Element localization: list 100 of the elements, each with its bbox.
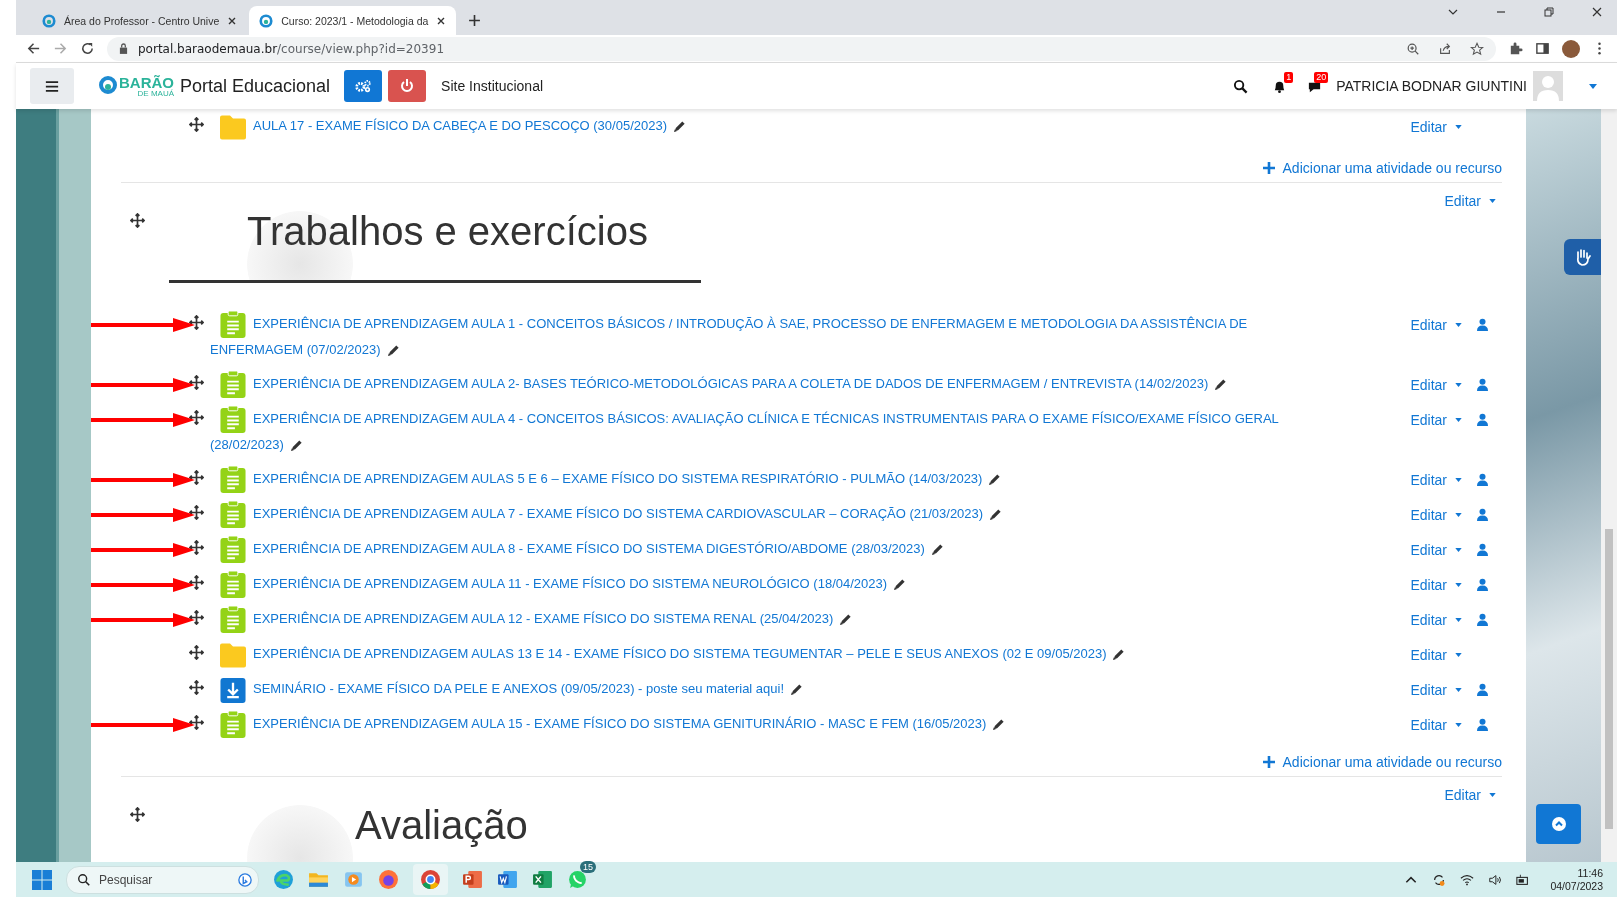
taskbar-search-field[interactable]: Pesquisar (66, 865, 259, 894)
pencil-icon[interactable] (386, 344, 400, 358)
pencil-icon[interactable] (989, 508, 1003, 522)
pencil-icon[interactable] (992, 718, 1006, 732)
scroll-to-top-button[interactable] (1536, 804, 1581, 844)
powerpoint-icon[interactable] (462, 869, 483, 890)
move-icon[interactable] (130, 807, 145, 822)
pencil-icon[interactable] (988, 473, 1002, 487)
pencil-icon[interactable] (893, 578, 907, 592)
pencil-icon[interactable] (289, 439, 303, 453)
user-icon[interactable] (1476, 613, 1488, 626)
activity-link[interactable]: EXPERIÊNCIA DE APRENDIZAGEM AULA 4 - CONCEITOS BÁSICOS: AVALIAÇÃO CLÍNICA E TÉCNICAS INSTRUMENTAIS PARA O EXAME FÍSICO/EXAME FÍSICO GERAL (28/02/2023) (210, 406, 1320, 458)
move-icon[interactable] (189, 117, 204, 132)
move-icon[interactable] (189, 470, 204, 485)
edit-menu[interactable]: Editar (1410, 411, 1462, 428)
edit-menu[interactable]: Editar (1410, 118, 1462, 135)
user-icon[interactable] (1476, 413, 1488, 426)
user-icon[interactable] (1476, 683, 1488, 696)
user-icon[interactable] (1476, 378, 1488, 391)
activity-link[interactable]: EXPERIÊNCIA DE APRENDIZAGEM AULA 11 - EXAME FÍSICO DO SISTEMA NEUROLÓGICO (18/04/2023) (210, 571, 1320, 597)
reload-icon[interactable] (80, 41, 95, 56)
add-activity-link[interactable]: Adicionar uma atividade ou recurso (1262, 160, 1502, 176)
user-icon[interactable] (1476, 543, 1488, 556)
scrollbar-thumb[interactable] (1605, 529, 1613, 829)
user-icon[interactable] (1476, 473, 1488, 486)
close-icon[interactable] (227, 15, 238, 26)
activity-link[interactable]: EXPERIÊNCIA DE APRENDIZAGEM AULA 2- BASES TEÓRICO-METODOLÓGICAS PARA A COLETA DE DADOS DE ENFERMAGEM / ENTREVISTA (14/02/2023) (210, 371, 1320, 397)
activity-link[interactable]: EXPERIÊNCIA DE APRENDIZAGEM AULA 15 - EXAME FÍSICO DO SISTEMA GENITURINÁRIO - MASC E FEM (16/05/2023) (210, 711, 1320, 737)
move-icon[interactable] (189, 645, 204, 660)
caret-icon[interactable] (1589, 83, 1597, 89)
user-icon[interactable] (1476, 318, 1488, 331)
menu-button[interactable] (30, 68, 74, 104)
edit-menu[interactable]: Editar (1410, 376, 1462, 393)
search-icon[interactable] (1233, 78, 1249, 94)
pencil-icon[interactable] (1112, 648, 1126, 662)
close-icon[interactable] (436, 15, 447, 26)
chrome-icon[interactable] (420, 869, 441, 890)
pencil-icon[interactable] (839, 613, 853, 627)
battery-icon[interactable] (1516, 872, 1531, 887)
share-icon[interactable] (1438, 41, 1452, 56)
back-icon[interactable] (26, 41, 41, 56)
close-icon[interactable] (1591, 5, 1603, 18)
windows-start-icon[interactable] (32, 869, 52, 890)
activity-link[interactable]: EXPERIÊNCIA DE APRENDIZAGEM AULAS 5 E 6 – EXAME FÍSICO DO SISTEMA RESPIRATÓRIO - PULMÃO (14/03/2023) (210, 466, 1320, 492)
activity-link[interactable]: AULA 17 - EXAME FÍSICO DA CABEÇA E DO PESCOÇO (30/05/2023) (210, 113, 1320, 139)
edit-menu[interactable]: Editar (1444, 787, 1496, 803)
activity-link[interactable]: EXPERIÊNCIA DE APRENDIZAGEM AULA 1 - CONCEITOS BÁSICOS / INTRODUÇÃO À SAE, PROCESSO DE ENFERMAGEM E METODOLOGIA DA ASSISTÊNCIA DE ENFERMAGEM (07/02/2023) (210, 311, 1320, 363)
activity-link[interactable]: EXPERIÊNCIA DE APRENDIZAGEM AULAS 13 E 14 - EXAME FÍSICO DO SISTEMA TEGUMENTAR – PELE E SEUS ANEXOS (02 E 09/05/2023) (210, 641, 1320, 667)
activity-link[interactable]: SEMINÁRIO - EXAME FÍSICO DA PELE E ANEXOS (09/05/2023) - poste seu material aqui! (210, 676, 1320, 702)
activity-link[interactable]: EXPERIÊNCIA DE APRENDIZAGEM AULA 12 - EXAME FÍSICO DO SISTEMA RENAL (25/04/2023) (210, 606, 1320, 632)
move-icon[interactable] (189, 680, 204, 695)
firefox-icon[interactable] (378, 869, 399, 890)
new-tab-icon[interactable] (468, 14, 482, 27)
address-bar[interactable]: portal.baraodemaua.br/course/view.php?id=20391 (107, 36, 1496, 61)
edit-menu[interactable]: Editar (1410, 681, 1462, 698)
user-icon[interactable] (1476, 508, 1488, 521)
pencil-icon[interactable] (673, 120, 686, 134)
move-icon[interactable] (189, 375, 204, 390)
user-icon[interactable] (1476, 718, 1488, 731)
site-link[interactable]: Site Institucional (441, 78, 544, 94)
add-activity-link[interactable]: Adicionar uma atividade ou recurso (1262, 754, 1502, 770)
user-icon[interactable] (1476, 578, 1488, 591)
accessibility-button[interactable] (1564, 239, 1602, 275)
edit-menu[interactable]: Editar (1444, 193, 1496, 209)
move-icon[interactable] (189, 610, 204, 625)
speaker-icon[interactable] (1488, 872, 1503, 887)
settings-button[interactable] (344, 70, 383, 102)
excel-icon[interactable] (532, 869, 553, 890)
sync-icon[interactable] (1432, 872, 1447, 887)
move-icon[interactable] (189, 315, 204, 330)
profile-avatar[interactable] (1562, 39, 1580, 58)
bing-icon[interactable] (238, 872, 252, 887)
edit-menu[interactable]: Editar (1410, 471, 1462, 488)
move-icon[interactable] (189, 715, 204, 730)
zoom-icon[interactable] (1406, 41, 1420, 56)
restore-icon[interactable] (1543, 5, 1555, 18)
edit-menu[interactable]: Editar (1410, 646, 1462, 663)
activity-link[interactable]: EXPERIÊNCIA DE APRENDIZAGEM AULA 7 - EXAME FÍSICO DO SISTEMA CARDIOVASCULAR – CORAÇÃO (21/03/2023) (210, 501, 1320, 527)
star-icon[interactable] (1470, 41, 1484, 56)
logo[interactable]: BARÃO DE MAUÁ (98, 74, 174, 98)
power-button[interactable] (388, 70, 427, 102)
browser-tab[interactable]: Curso: 2023/1 - Metodologia da (249, 6, 457, 35)
move-icon[interactable] (189, 410, 204, 425)
pencil-icon[interactable] (1214, 378, 1228, 392)
edit-menu[interactable]: Editar (1410, 611, 1462, 628)
user-name[interactable]: PATRICIA BODNAR GIUNTINI (1336, 78, 1527, 94)
word-icon[interactable] (497, 869, 518, 890)
side-panel-icon[interactable] (1535, 41, 1550, 56)
edit-menu[interactable]: Editar (1410, 576, 1462, 593)
activity-link[interactable]: EXPERIÊNCIA DE APRENDIZAGEM AULA 8 - EXAME FÍSICO DO SISTEMA DIGESTÓRIO/ABDOME (28/03/2023) (210, 536, 1320, 562)
wifi-icon[interactable] (1460, 872, 1475, 887)
move-icon[interactable] (189, 505, 204, 520)
pencil-icon[interactable] (790, 683, 804, 697)
edit-menu[interactable]: Editar (1410, 316, 1462, 333)
browser-tab[interactable]: Área do Professor - Centro Unive (32, 6, 248, 35)
edit-menu[interactable]: Editar (1410, 506, 1462, 523)
pencil-icon[interactable] (930, 543, 944, 557)
move-icon[interactable] (189, 575, 204, 590)
move-icon[interactable] (189, 540, 204, 555)
move-icon[interactable] (130, 213, 145, 228)
